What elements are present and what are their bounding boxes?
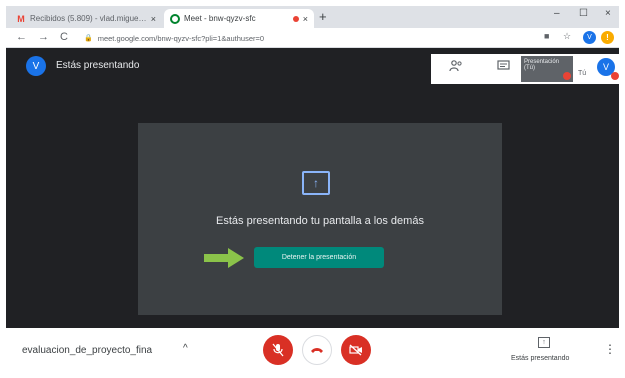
- close-tab-icon[interactable]: ×: [303, 14, 308, 24]
- camera-off-button[interactable]: [341, 335, 371, 365]
- meet-icon: [170, 13, 180, 24]
- address-bar[interactable]: 🔒 meet.google.com/bnw-qyzv-sfc?pli=1&aut…: [84, 31, 384, 45]
- camera-indicator-icon[interactable]: ■: [544, 31, 549, 41]
- presentation-thumbnail[interactable]: Presentación (Tú): [521, 56, 573, 82]
- forward-button[interactable]: →: [38, 31, 49, 43]
- meeting-name[interactable]: evaluacion_de_proyecto_fina: [22, 345, 152, 356]
- hang-up-icon: [311, 348, 323, 353]
- warning-icon[interactable]: !: [601, 31, 614, 44]
- more-options-icon[interactable]: ⋮: [604, 342, 616, 356]
- tab-title: Recibidos (5.809) - vlad.miguel@...: [30, 14, 147, 23]
- stop-presenting-button[interactable]: Detener la presentación: [254, 247, 384, 268]
- browser-toolbar: ← → C 🔒 meet.google.com/bnw-qyzv-sfc?pli…: [6, 28, 619, 48]
- maximize-button[interactable]: ☐: [579, 8, 588, 19]
- mic-muted-icon: [611, 72, 619, 80]
- present-screen-icon: ↑: [302, 171, 330, 195]
- profile-avatar[interactable]: V: [583, 31, 596, 44]
- reload-button[interactable]: C: [60, 31, 68, 43]
- meet-header: V Estás presentando Presentación (Tú) Tú…: [6, 48, 619, 84]
- tab-gmail[interactable]: M Recibidos (5.809) - vlad.miguel@... ×: [10, 9, 162, 28]
- share-message: Estás presentando tu pantalla a los demá…: [216, 215, 424, 227]
- camera-off-icon: [349, 344, 362, 356]
- present-now-label[interactable]: Estás presentando: [511, 355, 569, 362]
- arrow-right-icon: [204, 248, 244, 268]
- app-frame: M Recibidos (5.809) - vlad.miguel@... × …: [6, 6, 619, 372]
- self-label: Tú: [578, 70, 587, 77]
- presenting-card: ↑ Estás presentando tu pantalla a los de…: [138, 123, 502, 315]
- url-text: meet.google.com/bnw-qyzv-sfc?pli=1&authu…: [97, 33, 265, 43]
- people-icon[interactable]: [449, 60, 463, 75]
- mic-off-icon: [272, 343, 284, 357]
- star-icon[interactable]: ☆: [563, 31, 571, 42]
- chevron-up-icon[interactable]: ^: [183, 343, 188, 354]
- new-tab-button[interactable]: +: [319, 9, 327, 24]
- mic-off-button[interactable]: [263, 335, 293, 365]
- close-window-button[interactable]: ×: [605, 8, 611, 19]
- tab-bar: M Recibidos (5.809) - vlad.miguel@... × …: [6, 6, 619, 28]
- meet-controls-bar: evaluacion_de_proyecto_fina ^ ↑ Estás pr…: [6, 328, 619, 372]
- gmail-icon: M: [17, 13, 25, 24]
- thumbnail-label: Presentación (Tú): [524, 59, 560, 71]
- tab-title: Meet - bnw-qyzv-sfc: [184, 14, 256, 23]
- tab-meet[interactable]: Meet - bnw-qyzv-sfc ×: [164, 9, 314, 28]
- participants-strip: Presentación (Tú) Tú V: [431, 54, 619, 84]
- presenting-status: Estás presentando: [56, 60, 140, 71]
- present-now-icon[interactable]: ↑: [538, 337, 550, 348]
- back-button[interactable]: ←: [16, 31, 27, 43]
- close-tab-icon[interactable]: ×: [151, 14, 156, 24]
- presenter-avatar: V: [26, 56, 46, 76]
- leave-call-button[interactable]: [302, 335, 332, 365]
- chat-icon[interactable]: [497, 60, 510, 75]
- mic-muted-icon: [563, 72, 571, 80]
- minimize-button[interactable]: –: [554, 8, 560, 19]
- lock-icon: 🔒: [84, 35, 93, 42]
- recording-dot-icon: [292, 15, 299, 22]
